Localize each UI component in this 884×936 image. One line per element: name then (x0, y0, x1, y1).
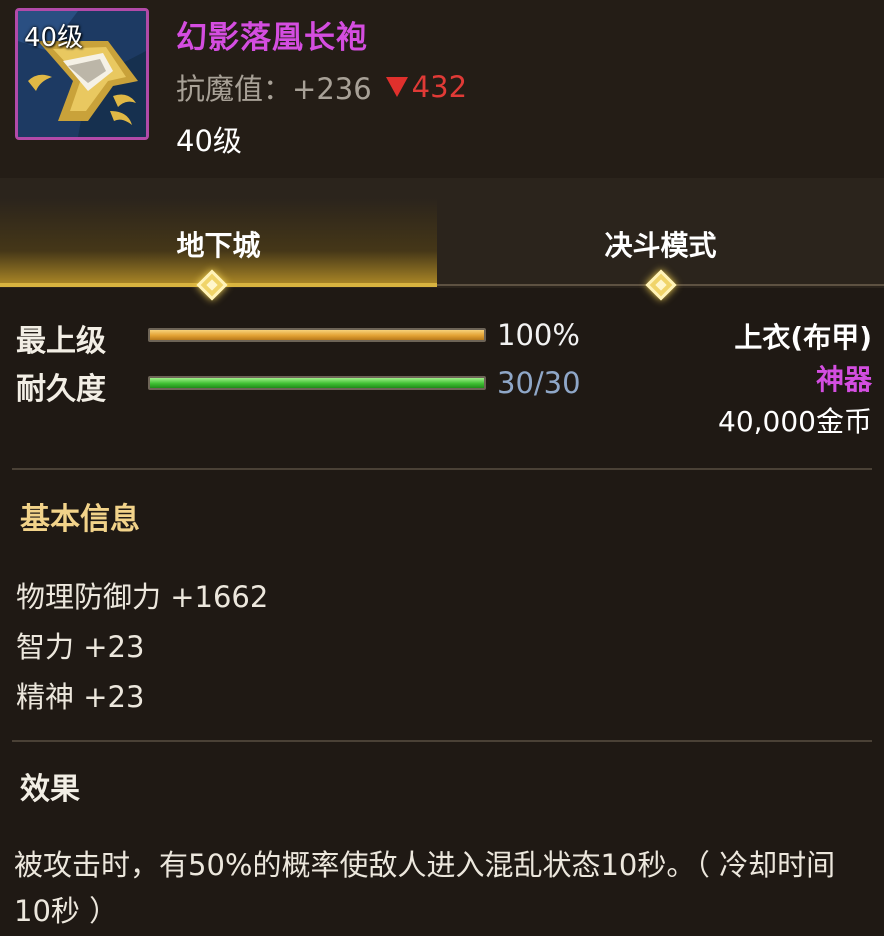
top-grade-label: 最上级 (16, 324, 106, 359)
top-grade-bar (148, 328, 486, 342)
stat-compare: 432 (385, 70, 468, 104)
basic-info-title: 基本信息 (20, 502, 140, 537)
rarity-label: 神器 (815, 363, 872, 396)
mode-tabs: 地下城 决斗模式 (0, 178, 884, 301)
attribute-line: 物理防御力 +1662 (16, 580, 269, 614)
tab-dungeon[interactable]: 地下城 (0, 198, 437, 286)
top-grade-bar-fill (150, 330, 484, 340)
durability-bar (148, 376, 486, 390)
stat-value: +236 (292, 72, 372, 106)
durability-label: 耐久度 (16, 372, 106, 407)
attribute-line: 智力 +23 (16, 630, 145, 664)
effect-description: 被攻击时，有50%的概率使敌人进入混乱状态10秒。（ 冷却时间10秒 ） (14, 848, 836, 928)
item-name: 幻影落凰长袍 (176, 20, 368, 56)
stat-label: 抗魔值： (176, 72, 293, 106)
divider (12, 468, 872, 470)
magic-resist-stat: 抗魔值：+236 432 (176, 66, 467, 108)
icon-level-badge: 40级 (24, 23, 84, 53)
status-panel: 最上级 100% 耐久度 30/30 上衣(布甲) 神器 40,000金币 (0, 288, 884, 468)
required-level: 40级 (176, 124, 242, 158)
sell-price: 40,000金币 (718, 405, 872, 438)
robe-item-icon[interactable]: 40级 (15, 8, 149, 140)
attribute-line: 精神 +23 (16, 680, 145, 714)
divider (12, 740, 872, 742)
stat-compare-value: 432 (411, 70, 468, 104)
effect-title: 效果 (20, 772, 80, 807)
down-triangle-icon (385, 77, 408, 97)
equipment-slot: 上衣(布甲) (734, 321, 872, 354)
item-header: 40级 幻影落凰长袍 抗魔值：+236 432 40级 (0, 0, 884, 178)
top-grade-value: 100% (497, 318, 580, 352)
durability-bar-fill (150, 378, 484, 388)
stat-label-and-value: 抗魔值：+236 (176, 66, 372, 108)
durability-value: 30/30 (497, 366, 581, 400)
